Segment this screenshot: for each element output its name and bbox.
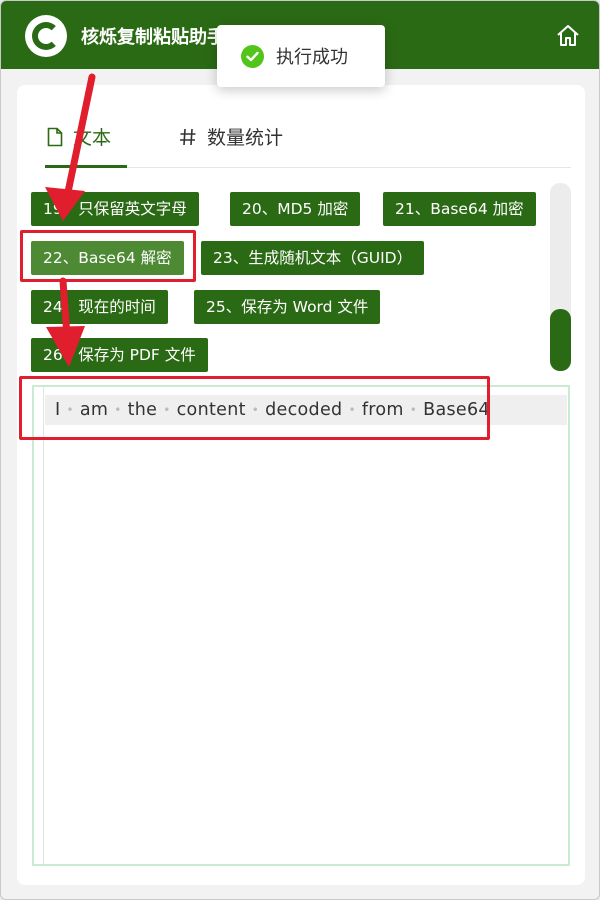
editor-gutter bbox=[43, 387, 44, 864]
tab-text-label: 文本 bbox=[73, 127, 112, 149]
toast-message: 执行成功 bbox=[276, 47, 348, 68]
action-button-keep-letters[interactable]: 19、只保留英文字母 bbox=[31, 192, 199, 226]
main-card: 文本 数量统计 19、只保留英文字母 20、MD5 加密 21、Base64 加… bbox=[17, 85, 585, 885]
action-button-md5[interactable]: 20、MD5 加密 bbox=[230, 192, 361, 226]
home-icon[interactable] bbox=[555, 23, 581, 49]
check-circle-icon bbox=[241, 44, 264, 68]
file-icon bbox=[47, 127, 63, 146]
action-button-base64-encode[interactable]: 21、Base64 加密 bbox=[383, 192, 536, 226]
action-button-guid[interactable]: 23、生成随机文本（GUID） bbox=[201, 241, 425, 275]
highlight-box-decode-button bbox=[20, 230, 196, 282]
hash-icon bbox=[180, 128, 196, 145]
action-button-save-word[interactable]: 25、保存为 Word 文件 bbox=[194, 290, 381, 324]
tab-count-stats[interactable]: 数量统计 bbox=[179, 105, 283, 168]
highlight-box-result-text bbox=[19, 376, 490, 440]
text-editor[interactable]: I • am • the • content • decoded • from • Base64 bbox=[32, 385, 570, 866]
tab-text[interactable]: 文本 bbox=[47, 105, 111, 168]
active-tab-indicator bbox=[45, 165, 127, 168]
app-window: 核烁复制粘贴助手 文本 数量统计 19、只保留英文字母 20、MD5 加密 21… bbox=[0, 0, 600, 900]
app-title: 核烁复制粘贴助手 bbox=[81, 27, 225, 48]
success-toast: 执行成功 bbox=[217, 25, 385, 87]
scrollbar-thumb[interactable] bbox=[550, 309, 571, 371]
c-logo-icon bbox=[25, 15, 67, 57]
scrollbar[interactable] bbox=[550, 183, 571, 371]
action-button-current-time[interactable]: 24、现在的时间 bbox=[31, 290, 168, 324]
tab-bar: 文本 数量统计 bbox=[45, 105, 571, 168]
tab-count-stats-label: 数量统计 bbox=[207, 127, 284, 149]
action-button-save-pdf[interactable]: 26、保存为 PDF 文件 bbox=[31, 338, 208, 372]
